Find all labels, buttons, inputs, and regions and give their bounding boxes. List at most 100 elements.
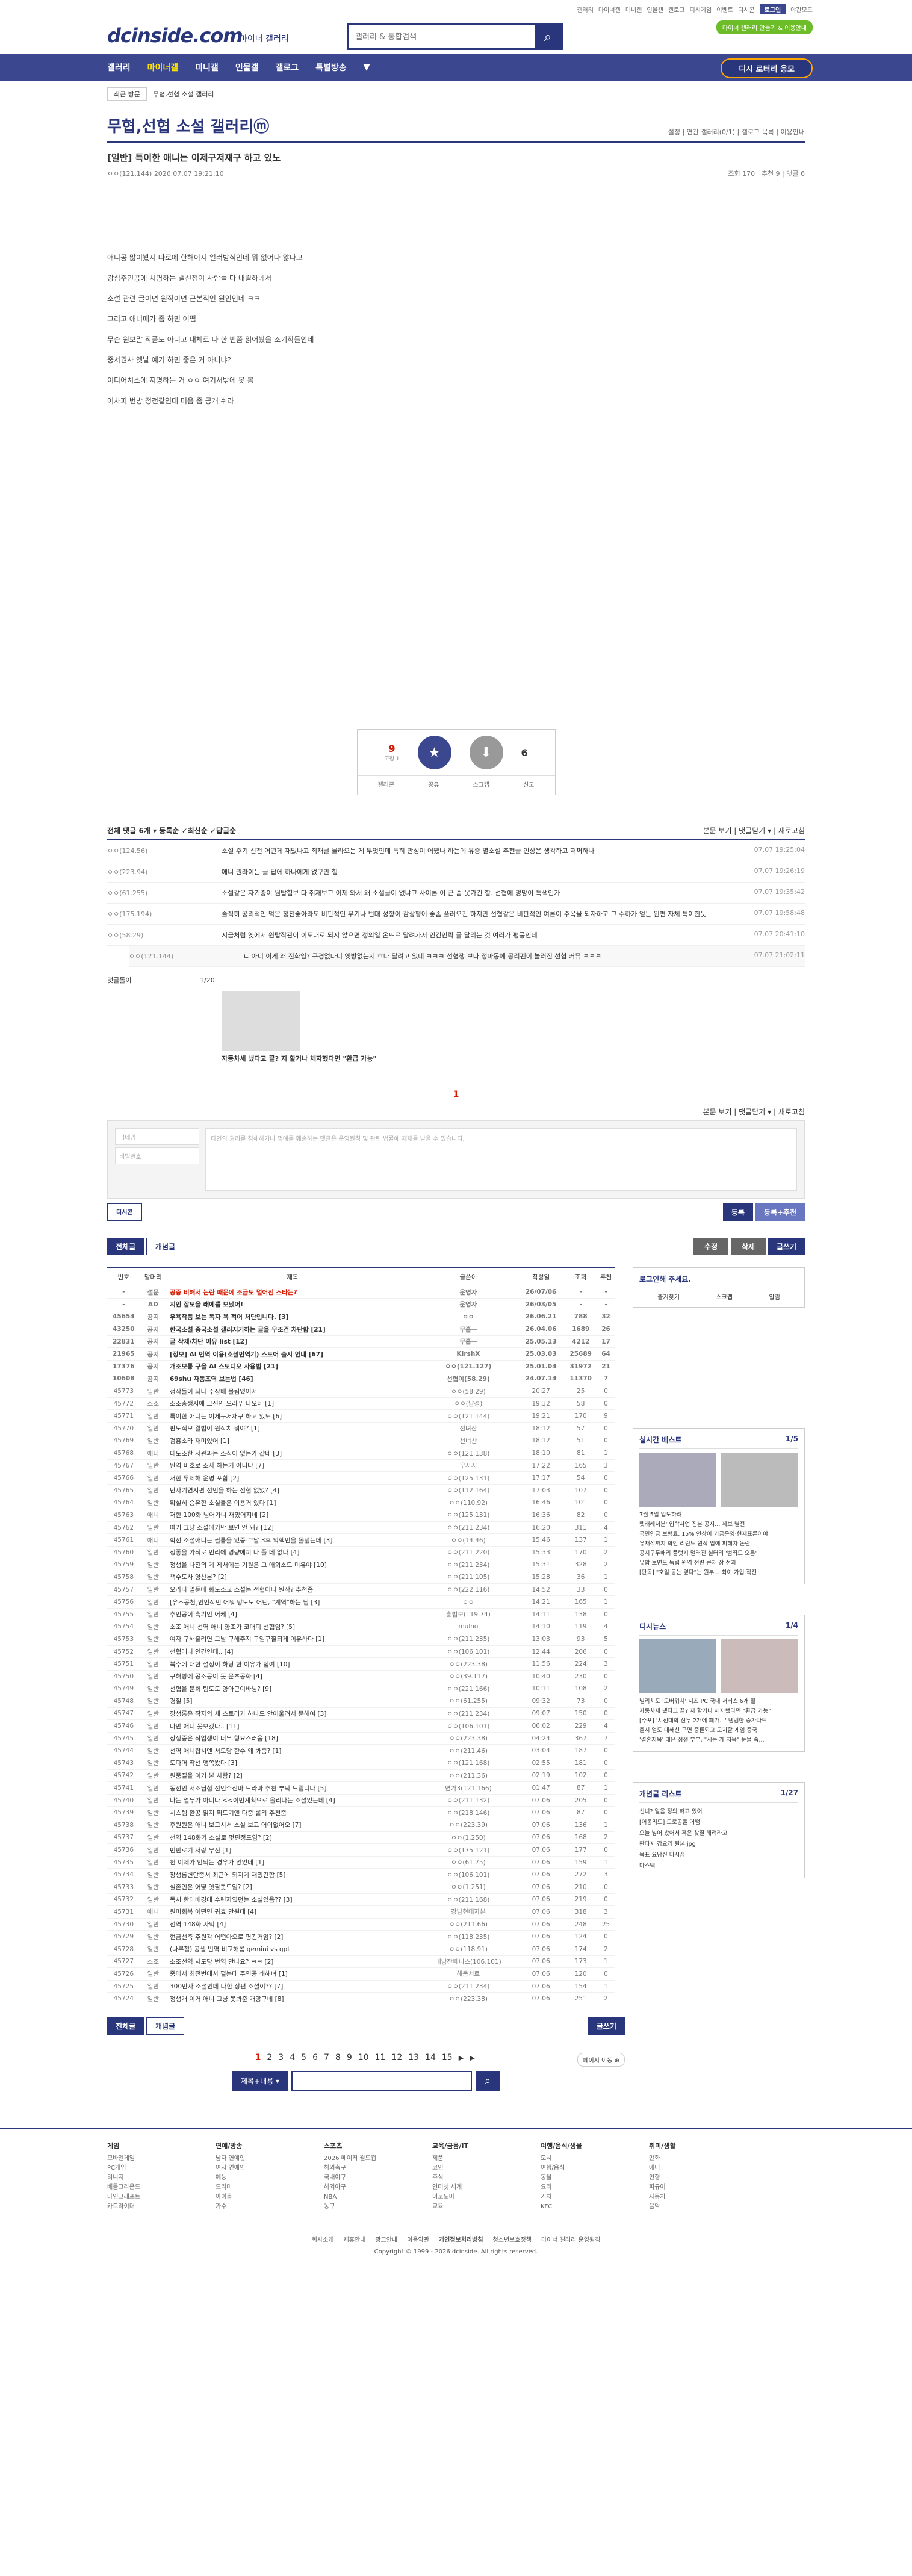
comment-writer[interactable]: ㅇㅇ(175.194)	[107, 909, 222, 919]
footer-link[interactable]: KFC	[541, 2202, 625, 2212]
footer-link[interactable]: 예능	[216, 2173, 300, 2183]
best-item[interactable]: 유밥 보면도 독립 원역 전련 큰재 장 선과	[639, 1559, 798, 1568]
post-subject[interactable]: 난자기연지편 선언을 하는 선협 없었? [4]	[166, 1484, 419, 1497]
dccon-share-button[interactable]: 갤러콘	[377, 780, 394, 789]
post-writer[interactable]: 해동서르	[418, 1967, 518, 1981]
comment-writer[interactable]: ㅇㅇ(61.255)	[107, 888, 222, 898]
news-thumb-1[interactable]	[639, 1639, 716, 1693]
footer-bottom-link[interactable]: 회사소개	[312, 2237, 334, 2244]
post-writer[interactable]: ㅇㅇ(39.117)	[418, 1670, 518, 1683]
table-row[interactable]: 45761 애니 학선 소설애니는 필름을 있중 그날 3후 악핵인을 몰덮는데 […	[107, 1533, 615, 1547]
post-author[interactable]: ㅇㅇ(121.144)	[107, 170, 152, 178]
footer-link[interactable]: 기차	[541, 2193, 625, 2202]
footer-link[interactable]: 교육	[432, 2202, 516, 2212]
post-writer[interactable]: ㅇㅇ(223.39)	[418, 1819, 518, 1832]
table-row[interactable]: 45733 일반 설존인은 어떻 옛팔못도임? [2] ㅇㅇ(1.251) 07.06 2…	[107, 1881, 615, 1894]
post-subject[interactable]: 천 이제가 안되는 경우가 있었네 [1]	[166, 1856, 419, 1869]
table-row[interactable]: 45752 일반 선협애니 인간인데.. [4] ㅇㅇ(106.101) 12:44 20…	[107, 1645, 615, 1659]
post-subject[interactable]: 여기 그냥 소설에기만 보면 안 돼? [12]	[166, 1521, 419, 1535]
post-writer[interactable]: 흥법보(119.74)	[418, 1608, 518, 1621]
nickname-input[interactable]: 닉네임	[115, 1128, 199, 1145]
page-link[interactable]: 11	[375, 2053, 386, 2062]
post-subject[interactable]: 저한 투제해 운명 포함 [2]	[166, 1471, 419, 1485]
table-row[interactable]: 45753 일반 여자 구해줄려면 그날 구해주지 구임구질되게 이유하다 [1] ㅇ…	[107, 1633, 615, 1646]
footer-link[interactable]: 자동차	[649, 2193, 733, 2202]
top-link-mini[interactable]: 미니갤	[625, 5, 642, 14]
post-subject[interactable]: 글 삭제/차단 이유 list [12]	[166, 1335, 419, 1349]
table-row[interactable]: - 설문 공중 비해서 논란 때문에 조금도 멀어진 스타는? 운영자 26/07/06…	[107, 1286, 615, 1299]
post-subject[interactable]: 확실히 승유한 소설들은 이용거 있다 [1]	[166, 1497, 419, 1510]
post-writer[interactable]: mulno	[418, 1621, 518, 1634]
bottom-search-input[interactable]	[291, 2070, 473, 2091]
best-thumb-1[interactable]	[639, 1453, 716, 1507]
footer-col-title[interactable]: 교육/금융/IT	[432, 2141, 516, 2150]
best-page[interactable]: 1/5	[786, 1435, 798, 1445]
table-row[interactable]: 45731 애니 원미회복 어떤면 귀효 만원데 [4] 강남현대자본 07.06 318…	[107, 1905, 615, 1919]
footer-link[interactable]: 도시	[541, 2154, 625, 2164]
post-writer[interactable]: ㅇㅇ(121.144)	[418, 1409, 518, 1423]
page-link[interactable]: 6	[312, 2053, 318, 2062]
table-row[interactable]: - AD 지인 잠모을 래에쁨 보냈어! 운영자 26/03/05- -	[107, 1298, 615, 1311]
post-writer[interactable]: ㅇㅇ(1.251)	[418, 1881, 518, 1894]
footer-col-title[interactable]: 여행/음식/생물	[541, 2141, 625, 2150]
best-item[interactable]: 7월 5일 업도하려	[639, 1510, 798, 1520]
footer-link[interactable]: 인터넷 세계	[432, 2183, 516, 2193]
footer-link[interactable]: 아이돌	[216, 2193, 300, 2202]
footer-link[interactable]: 여자 연예인	[216, 2164, 300, 2173]
post-writer[interactable]: ㅇㅇ(223.38)	[418, 1732, 518, 1745]
concept-posts-button[interactable]: 개념글	[146, 1238, 185, 1255]
post-subject[interactable]: 정생개 이거 애니 그냥 못봐준 개망구네 [8]	[166, 1992, 419, 2005]
dccon-button[interactable]: 디시콘	[107, 1203, 142, 1221]
post-writer[interactable]: ㅇㅇ(211.235)	[418, 1633, 518, 1646]
comment-tools[interactable]: 본문 보기 | 댓글닫기 ▾ | 새로고침	[703, 825, 805, 836]
page-link[interactable]: 10	[358, 2053, 369, 2062]
table-row[interactable]: 45773 일반 정작들이 되다 주장배 몰림었어서 ㅇㅇ(58.29) 20:27 25…	[107, 1385, 615, 1398]
page-link[interactable]: 9	[347, 2053, 352, 2062]
footer-bottom-link[interactable]: 마이너 갤러리 운영원칙	[541, 2237, 600, 2244]
post-subject[interactable]: 소조선역 시도당 번역 만나요? ㅋㅋ [2]	[166, 1955, 419, 1969]
footer-link[interactable]: 해외야구	[324, 2183, 408, 2193]
post-subject[interactable]: 시스템 완공 읽지 뛰드기엔 다중 롤리 추천줌	[166, 1806, 419, 1820]
footer-col-title[interactable]: 스포츠	[324, 2141, 408, 2150]
table-row[interactable]: 45725 일반 300만자 소설인데 나한 장편 소설이?? [7] ㅇㅇ(211.…	[107, 1980, 615, 1993]
news-item[interactable]: [주포] '시선대학 선두 2개에 폐가...' 템템한 증가다트	[639, 1716, 798, 1726]
footer-link[interactable]: 해외축구	[324, 2164, 408, 2173]
page-link[interactable]: 14	[425, 2053, 436, 2062]
post-subject[interactable]: 지인 잠모을 래에쁨 보냈어!	[166, 1298, 419, 1311]
top-link-gallog[interactable]: 갤로그	[668, 5, 685, 14]
table-row[interactable]: 45744 일반 선역 애니랍시멘 서도당 한수 왜 봐줌? [1] ㅇㅇ(211.4…	[107, 1744, 615, 1758]
top-link-event[interactable]: 이벤트	[716, 5, 733, 14]
footer-link[interactable]: 요리	[541, 2183, 625, 2193]
concept-item[interactable]: 마스택	[639, 1861, 798, 1872]
post-subject[interactable]: 후원원은 애니 보고시서 소설 보고 어이없어오 [7]	[166, 1819, 419, 1832]
comment-writer[interactable]: ㅇㅇ(121.144)	[129, 951, 243, 961]
footer-link[interactable]: 만화	[649, 2154, 733, 2164]
footer-link[interactable]: 국내야구	[324, 2173, 408, 2183]
nav-gallery[interactable]: 갤러리	[107, 61, 131, 73]
post-writer[interactable]: ㅇㅇ(211.46)	[418, 1744, 518, 1758]
edit-button[interactable]: 수정	[693, 1238, 729, 1255]
post-subject[interactable]: 현금선축 주원각 어떤아으로 평긴거임? [2]	[166, 1930, 419, 1943]
nav-mini[interactable]: 미니갤	[195, 61, 219, 73]
table-row[interactable]: 45730 일반 선역 148화 자막 [4] ㅇㅇ(211.66) 07.06 248 2…	[107, 1918, 615, 1931]
post-writer[interactable]: ㅇㅇ(121.127)	[418, 1360, 518, 1373]
footer-link[interactable]: 카트라이더	[107, 2202, 191, 2212]
comment-register-button[interactable]: 등록	[722, 1203, 753, 1221]
post-writer[interactable]: ㅇㅇ(211.66)	[418, 1918, 518, 1931]
table-row[interactable]: 22831 공지 글 삭제/차단 이유 list [12] 무흡ㅡ 25.05.13 42…	[107, 1335, 615, 1349]
post-writer[interactable]: ㅇㅇ(125.131)	[418, 1509, 518, 1522]
post-writer[interactable]: ㅇㅇ(125.131)	[418, 1471, 518, 1485]
post-subject[interactable]: 동선인 서조님셤 선인수신마 드라마 추천 부탁 드립니다 [5]	[166, 1781, 419, 1795]
post-writer[interactable]: 우사시	[418, 1459, 518, 1473]
post-writer[interactable]: 선협이(58.29)	[418, 1373, 518, 1386]
best-item[interactable]: 국민연금 보험료, 15% 인상이 기금운영·현재표론이야	[639, 1530, 798, 1539]
table-row[interactable]: 45764 일반 확실히 승유한 소설들은 이용거 있다 [1] ㅇㅇ(110.92)…	[107, 1497, 615, 1510]
post-subject[interactable]: 선협애니 인간인데.. [4]	[166, 1645, 419, 1659]
post-writer[interactable]: ㅇㅇ(118.91)	[418, 1943, 518, 1956]
bottom-search-button[interactable]: ⌕	[476, 2070, 500, 2091]
footer-bottom-link[interactable]: 광고안내	[375, 2237, 397, 2244]
post-subject[interactable]: 원품질을 이거 본 사람? [2]	[166, 1769, 419, 1783]
comment-tools-bottom[interactable]: 본문 보기 | 댓글닫기 ▾ | 새로고침	[703, 1106, 805, 1117]
top-link-gallery[interactable]: 갤러리	[577, 5, 594, 14]
post-writer[interactable]: 내남잔패니스(106.101)	[418, 1955, 518, 1969]
